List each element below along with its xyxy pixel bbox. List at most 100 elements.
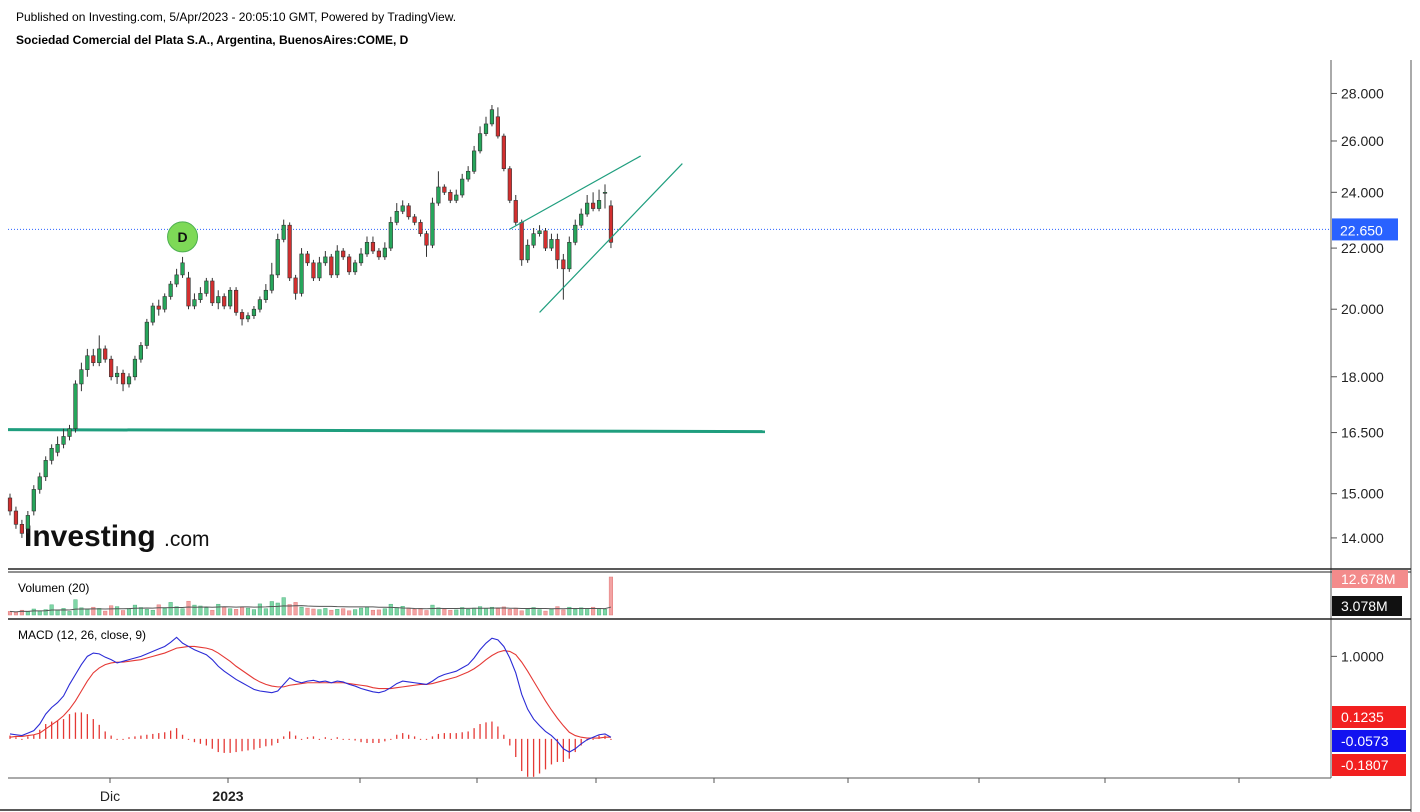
volume-bar — [31, 608, 36, 616]
candle — [573, 219, 578, 246]
candle — [97, 335, 102, 367]
candle — [85, 348, 90, 377]
candles — [7, 105, 614, 538]
candle-body — [126, 376, 132, 385]
candle-body — [31, 489, 36, 512]
candle — [364, 236, 370, 257]
candle-body — [471, 150, 477, 172]
chart-canvas[interactable]: Investing .com 14.000 15.000 16.500 18.000 2… — [0, 0, 1420, 812]
candle — [460, 173, 465, 198]
candle-body — [281, 224, 286, 240]
candle-body — [513, 200, 518, 223]
candle — [323, 251, 328, 266]
volume-bar — [293, 602, 298, 616]
candle-body — [442, 186, 447, 193]
candle-body — [537, 230, 542, 234]
volume-bar — [168, 602, 173, 616]
candle-body — [489, 109, 495, 125]
volume-bar — [55, 609, 60, 616]
candle-body — [364, 241, 370, 255]
candle — [37, 472, 42, 494]
candle-body — [43, 460, 48, 478]
volume-bar — [507, 609, 512, 616]
candle-body — [531, 233, 536, 246]
candle — [263, 284, 268, 303]
candle — [489, 105, 495, 127]
macd-title: MACD (12, 26, close, 9) — [18, 628, 146, 642]
time-axis: Dic 2023 — [100, 778, 1240, 804]
candle-body — [561, 259, 566, 270]
candle — [222, 293, 227, 310]
candle-body — [37, 476, 42, 490]
candle — [329, 253, 334, 278]
candle — [525, 239, 530, 263]
volume-bar — [269, 601, 274, 616]
candle-body — [293, 277, 298, 294]
candle-body — [210, 280, 215, 304]
volume-bar — [115, 606, 120, 616]
candle-body — [519, 222, 524, 261]
candle-body — [323, 256, 328, 264]
volume-bar — [537, 609, 542, 616]
candle-body — [311, 262, 316, 279]
candle — [43, 456, 48, 481]
candle — [555, 233, 560, 269]
volume-bar — [228, 608, 233, 616]
price-tick-label: 24.000 — [1341, 184, 1384, 200]
volume-bar — [341, 608, 346, 616]
candle-body — [239, 312, 245, 320]
candle-body — [174, 274, 179, 285]
candle-body — [406, 205, 411, 218]
candle-body — [180, 262, 185, 276]
candle — [210, 277, 215, 307]
volume-average-label: 3.078M — [1341, 598, 1388, 614]
volume-bar — [347, 610, 352, 616]
candle — [596, 189, 602, 212]
volume-bar — [222, 606, 227, 616]
volume-bar — [519, 610, 524, 616]
volume-bar — [370, 609, 375, 616]
price-tick-label: 26.000 — [1341, 133, 1384, 149]
logo-brand: Investing — [24, 520, 156, 553]
candle-body — [335, 250, 340, 276]
candle — [335, 245, 340, 278]
support-line[interactable] — [7, 428, 766, 434]
candle — [483, 116, 489, 137]
candle — [91, 348, 96, 367]
volume-bar — [257, 603, 262, 616]
candle-body — [269, 274, 274, 291]
volume-bar — [448, 609, 453, 616]
candle-body — [156, 305, 161, 310]
candle-body — [596, 200, 602, 209]
candle — [103, 345, 108, 363]
candle-body — [61, 436, 66, 445]
candle — [317, 256, 322, 281]
volume-bar — [555, 606, 560, 616]
candle — [430, 197, 435, 249]
volume-pane: Volumen (20) 12.678M 3.078M — [7, 570, 1408, 616]
candle-body — [388, 222, 393, 249]
candle-body — [579, 213, 584, 226]
candle — [198, 287, 203, 303]
macd-line — [9, 636, 612, 753]
volume-bar — [91, 606, 96, 616]
candle-body — [341, 250, 346, 258]
dividend-marker[interactable]: D — [167, 221, 199, 253]
volume-bar — [442, 608, 447, 616]
candle-body — [25, 515, 30, 530]
candle-body — [460, 178, 465, 196]
candle — [109, 355, 114, 381]
candle-body — [590, 202, 596, 209]
volume-bar — [126, 608, 132, 616]
macd-value-label: -0.0573 — [1341, 733, 1389, 749]
candle — [115, 366, 120, 384]
volume-bar — [37, 610, 42, 616]
candle-body — [55, 444, 60, 453]
candle-body — [329, 256, 334, 276]
volume-bar — [483, 608, 489, 616]
price-tick-label: 14.000 — [1341, 530, 1384, 546]
candle — [31, 485, 36, 516]
price-tick-label: 20.000 — [1341, 301, 1384, 317]
candle — [186, 271, 191, 310]
candle-body — [495, 116, 501, 137]
